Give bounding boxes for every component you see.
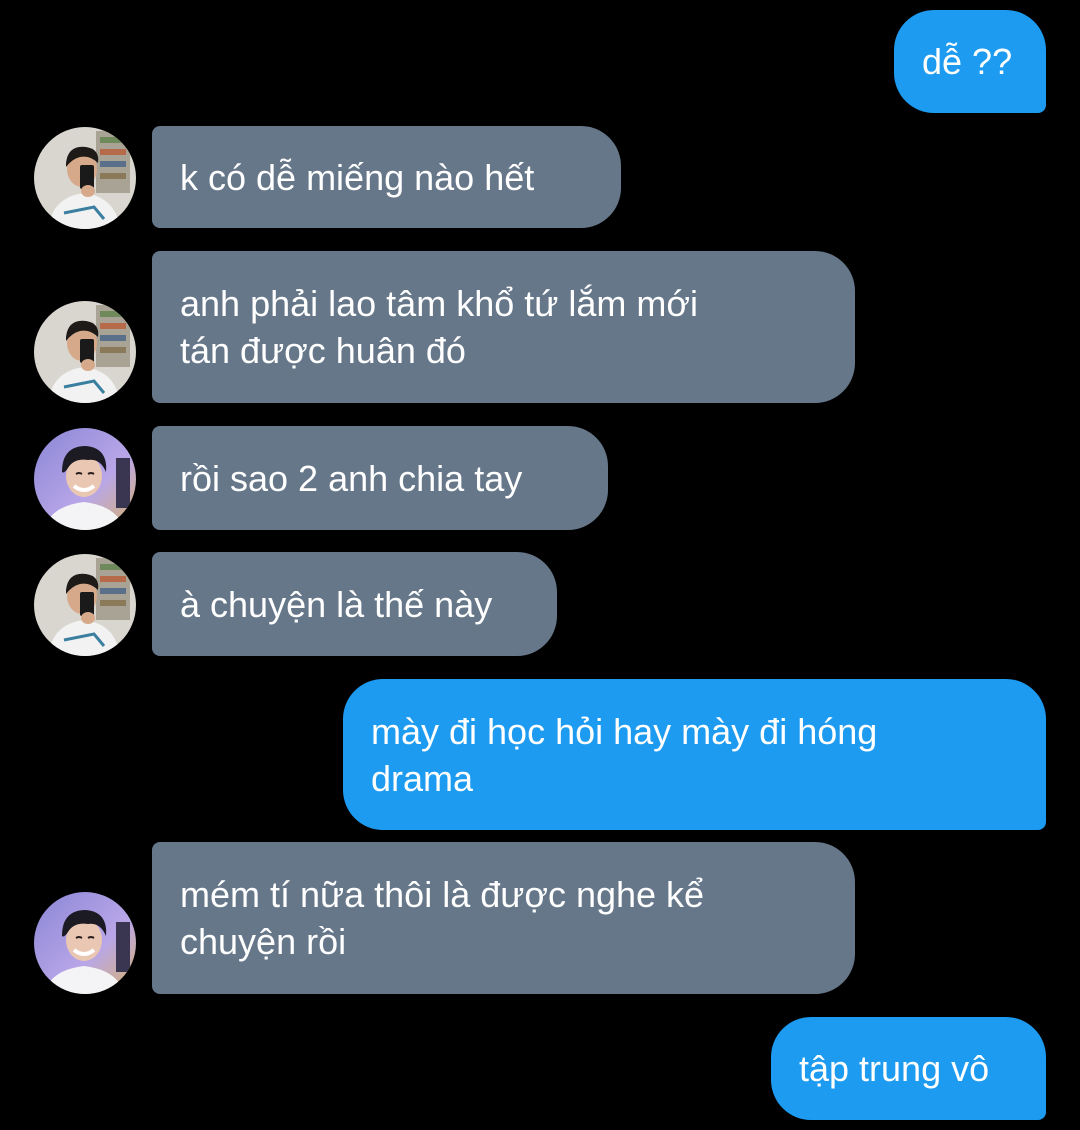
avatar-selfie-image bbox=[34, 554, 136, 656]
avatar-smiling-image bbox=[34, 892, 136, 994]
message-text: tập trung vô bbox=[799, 1048, 990, 1089]
message-text: k có dễ miếng nào hết bbox=[180, 156, 535, 198]
message-text: anh phải lao tâm khổ tứ lắm mới tán được… bbox=[180, 283, 698, 371]
message-text: rồi sao 2 anh chia tay bbox=[180, 457, 523, 499]
message-text: à chuyện là thế này bbox=[180, 583, 493, 625]
message-bubble-outgoing[interactable]: tập trung vô bbox=[771, 1017, 1046, 1120]
message-bubble-outgoing[interactable]: dễ ?? bbox=[894, 10, 1046, 113]
avatar[interactable] bbox=[34, 428, 136, 530]
avatar[interactable] bbox=[34, 127, 136, 229]
avatar-selfie-image bbox=[34, 301, 136, 403]
message-bubble-outgoing[interactable]: mày đi học hỏi hay mày đi hóng drama bbox=[343, 679, 1046, 830]
message-bubble-incoming[interactable]: mém tí nữa thôi là được nghe kể chuyện r… bbox=[152, 842, 855, 994]
message-bubble-incoming[interactable]: rồi sao 2 anh chia tay bbox=[152, 426, 608, 530]
avatar-smiling-image bbox=[34, 428, 136, 530]
message-bubble-incoming[interactable]: à chuyện là thế này bbox=[152, 552, 557, 656]
avatar-selfie-image bbox=[34, 127, 136, 229]
avatar[interactable] bbox=[34, 892, 136, 994]
chat-thread: dễ ?? k có dễ miếng nào hết anh phải lao… bbox=[0, 0, 1080, 1130]
avatar[interactable] bbox=[34, 554, 136, 656]
message-text: mày đi học hỏi hay mày đi hóng drama bbox=[371, 710, 878, 799]
avatar[interactable] bbox=[34, 301, 136, 403]
message-text: dễ ?? bbox=[922, 41, 1013, 82]
message-bubble-incoming[interactable]: anh phải lao tâm khổ tứ lắm mới tán được… bbox=[152, 251, 855, 403]
message-text: mém tí nữa thôi là được nghe kể chuyện r… bbox=[180, 874, 705, 962]
message-bubble-incoming[interactable]: k có dễ miếng nào hết bbox=[152, 126, 621, 228]
